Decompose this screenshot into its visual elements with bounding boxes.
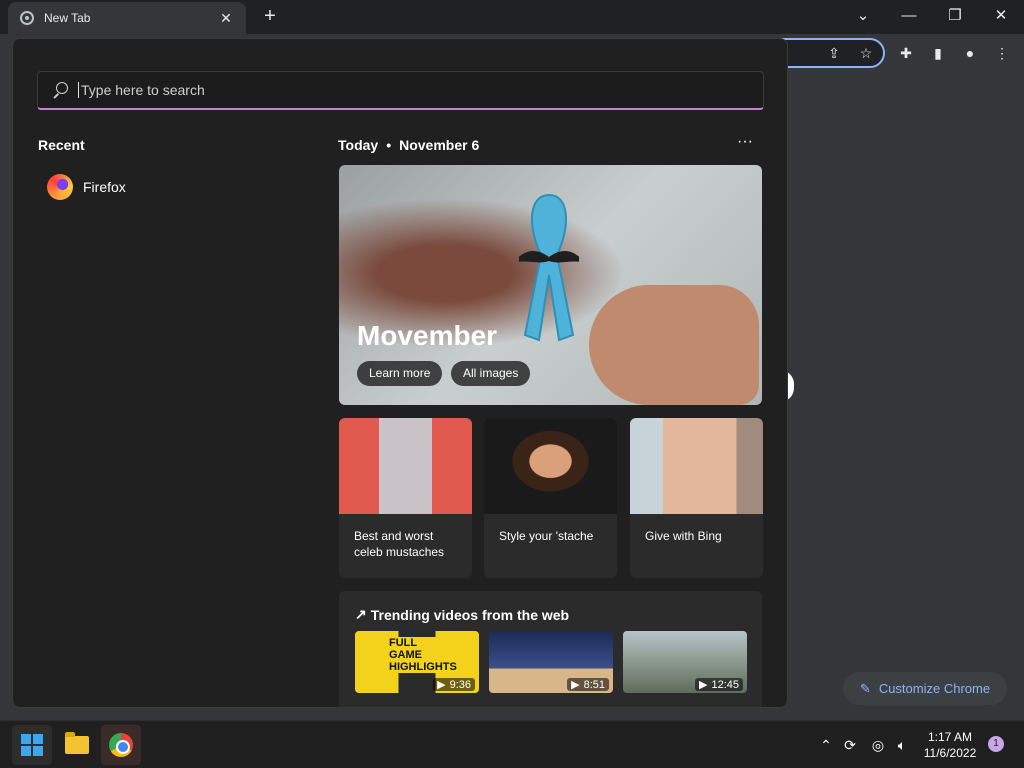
- card-text: Give with Bing: [645, 529, 722, 543]
- tab-title: New Tab: [44, 11, 91, 25]
- video-duration: ▶ 9:36: [433, 678, 475, 691]
- video-duration: ▶ 12:45: [695, 678, 743, 691]
- card-image: [630, 418, 763, 514]
- tab-close-icon[interactable]: ✕: [218, 10, 234, 27]
- title-bar: New Tab ✕ + ⌄ — ❐ ✕: [0, 0, 1024, 34]
- hero-card-movember[interactable]: Movember Learn more All images: [339, 165, 762, 405]
- today-date: November 6: [399, 137, 480, 153]
- video-thumbnail-game[interactable]: ▶ 12:45: [623, 631, 747, 693]
- play-icon: ▶: [437, 679, 446, 691]
- folder-icon: [65, 732, 89, 754]
- file-explorer-button[interactable]: [57, 725, 97, 765]
- side-panel-icon[interactable]: ▮: [928, 43, 948, 63]
- play-icon: ▶: [699, 679, 708, 691]
- restore-button[interactable]: ❐: [935, 4, 975, 28]
- customize-chrome-button[interactable]: ✎ Customize Chrome: [843, 672, 1007, 705]
- hand-image: [589, 285, 759, 405]
- learn-more-button[interactable]: Learn more: [357, 361, 443, 386]
- globe-icon[interactable]: ◎: [868, 735, 888, 755]
- card-image: [484, 418, 617, 514]
- start-button[interactable]: [12, 725, 52, 765]
- chrome-taskbar-button[interactable]: [101, 725, 141, 765]
- all-images-button[interactable]: All images: [451, 361, 531, 386]
- new-tab-button[interactable]: +: [258, 6, 282, 28]
- bookmark-star-icon[interactable]: ☆: [856, 43, 876, 63]
- ribbon-mustache-image: [519, 193, 579, 342]
- extensions-puzzle-icon[interactable]: ✚: [896, 43, 916, 63]
- search-flyout: Recent Firefox Today • November 6 ··· Mo…: [12, 38, 788, 708]
- card-text: Style your 'stache: [499, 529, 594, 543]
- notification-badge[interactable]: 1: [988, 736, 1004, 752]
- minimize-button[interactable]: —: [889, 4, 929, 28]
- card-give-with-bing[interactable]: Give with Bing: [630, 418, 763, 578]
- card-style-stache[interactable]: Style your 'stache: [484, 418, 617, 578]
- chrome-favicon-icon: [20, 11, 34, 25]
- share-icon[interactable]: ⇪: [824, 43, 844, 63]
- search-box[interactable]: [37, 71, 764, 110]
- taskbar: ⌃ ⟳ ◎ 🔈︎ 1:17 AM 11/6/2022 1: [0, 720, 1024, 768]
- today-separator: •: [386, 137, 392, 153]
- clock-date: 11/6/2022: [923, 746, 977, 760]
- clock-time: 1:17 AM: [927, 730, 973, 744]
- firefox-icon: [47, 174, 73, 200]
- recent-heading: Recent: [38, 137, 85, 153]
- recent-item-firefox[interactable]: Firefox: [47, 172, 197, 202]
- hero-title: Movember: [357, 320, 498, 351]
- trending-videos-panel: ↗ Trending videos from the web FULL GAME…: [339, 591, 762, 707]
- windows-logo-icon: [21, 734, 43, 756]
- profile-icon[interactable]: ●: [960, 43, 980, 63]
- close-window-button[interactable]: ✕: [981, 4, 1021, 28]
- video-duration: ▶ 8:51: [567, 678, 609, 691]
- more-options-button[interactable]: ···: [735, 133, 755, 153]
- tab-search-chevron-icon[interactable]: ⌄: [843, 4, 883, 28]
- search-input[interactable]: [78, 82, 678, 98]
- trending-title-label: Trending videos from the web: [370, 606, 570, 623]
- card-celeb-mustaches[interactable]: Best and worst celeb mustaches: [339, 418, 472, 578]
- clock[interactable]: 1:17 AM 11/6/2022: [918, 729, 982, 761]
- chevron-up-icon[interactable]: ⌃: [816, 735, 836, 755]
- tab-new-tab[interactable]: New Tab ✕: [8, 2, 246, 34]
- video-overlay-text: FULL GAME HIGHLIGHTS: [389, 637, 457, 673]
- recent-item-label: Firefox: [83, 179, 126, 195]
- today-header: Today • November 6: [338, 137, 479, 153]
- video-thumbnail-concert[interactable]: ▶ 8:51: [489, 631, 613, 693]
- video-thumbnail-highlights[interactable]: FULL GAME HIGHLIGHTS ▶ 9:36: [355, 631, 479, 693]
- trending-title: ↗ Trending videos from the web: [355, 606, 569, 623]
- chrome-icon: [109, 733, 133, 757]
- pencil-icon: ✎: [859, 680, 871, 696]
- customize-chrome-label: Customize Chrome: [878, 681, 991, 696]
- menu-kebab-icon[interactable]: ⋮: [992, 43, 1012, 63]
- today-label: Today: [338, 137, 379, 153]
- play-icon: ▶: [571, 679, 580, 691]
- card-image: [339, 418, 472, 514]
- sync-icon[interactable]: ⟳: [840, 735, 860, 755]
- speaker-icon[interactable]: 🔈︎: [892, 735, 912, 755]
- trending-arrow-icon: ↗: [355, 606, 367, 622]
- card-text: Best and worst celeb mustaches: [354, 529, 445, 559]
- search-icon: [52, 82, 68, 98]
